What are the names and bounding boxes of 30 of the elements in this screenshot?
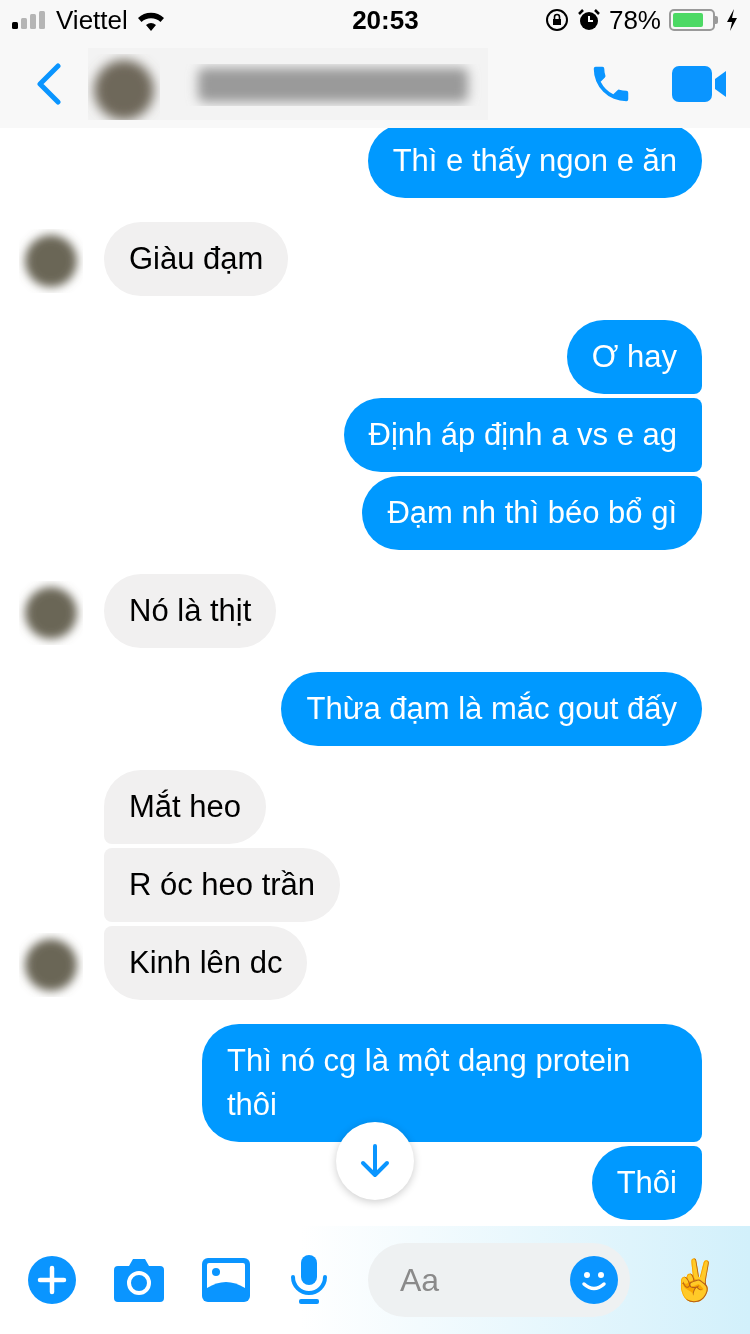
sent-message: Đạm nh thì béo bổ gì <box>362 476 702 550</box>
plus-icon[interactable] <box>28 1256 76 1304</box>
microphone-icon[interactable] <box>290 1255 328 1305</box>
sent-message: Định áp định a vs e ag <box>343 398 702 472</box>
alarm-icon <box>576 8 601 32</box>
received-message: Giàu đạm <box>104 222 289 296</box>
back-icon[interactable] <box>36 63 62 105</box>
received-message: Mắt heo <box>104 770 266 844</box>
sent-message: Thì e thấy ngon e ăn <box>367 128 702 198</box>
battery-percentage: 78% <box>608 3 661 37</box>
smiley-icon[interactable] <box>570 1256 618 1304</box>
message-input[interactable]: Aa <box>368 1243 630 1317</box>
image-icon[interactable] <box>202 1258 250 1302</box>
received-message: R óc heo trần <box>104 848 341 922</box>
rotation-lock-icon <box>544 8 569 32</box>
sent-message: Ơ hay <box>566 320 702 394</box>
sent-message: Thì nó cg là một dạng protein thôi <box>202 1024 702 1142</box>
signal-icon <box>12 11 48 29</box>
received-message: Nó là thịt <box>104 574 277 648</box>
scroll-down-button[interactable] <box>336 1122 414 1200</box>
camera-icon[interactable] <box>114 1258 164 1302</box>
clock: 20:53 <box>352 3 419 37</box>
sent-message: Thừa đạm là mắc gout đấy <box>281 672 702 746</box>
charging-icon <box>726 9 738 31</box>
sent-message: Thôi <box>591 1146 702 1220</box>
down-arrow-icon <box>360 1144 390 1178</box>
battery-icon <box>669 9 718 31</box>
carrier-name: Viettel <box>56 3 128 37</box>
received-message: Kinh lên dc <box>104 926 308 1000</box>
video-camera-icon[interactable] <box>672 66 728 102</box>
